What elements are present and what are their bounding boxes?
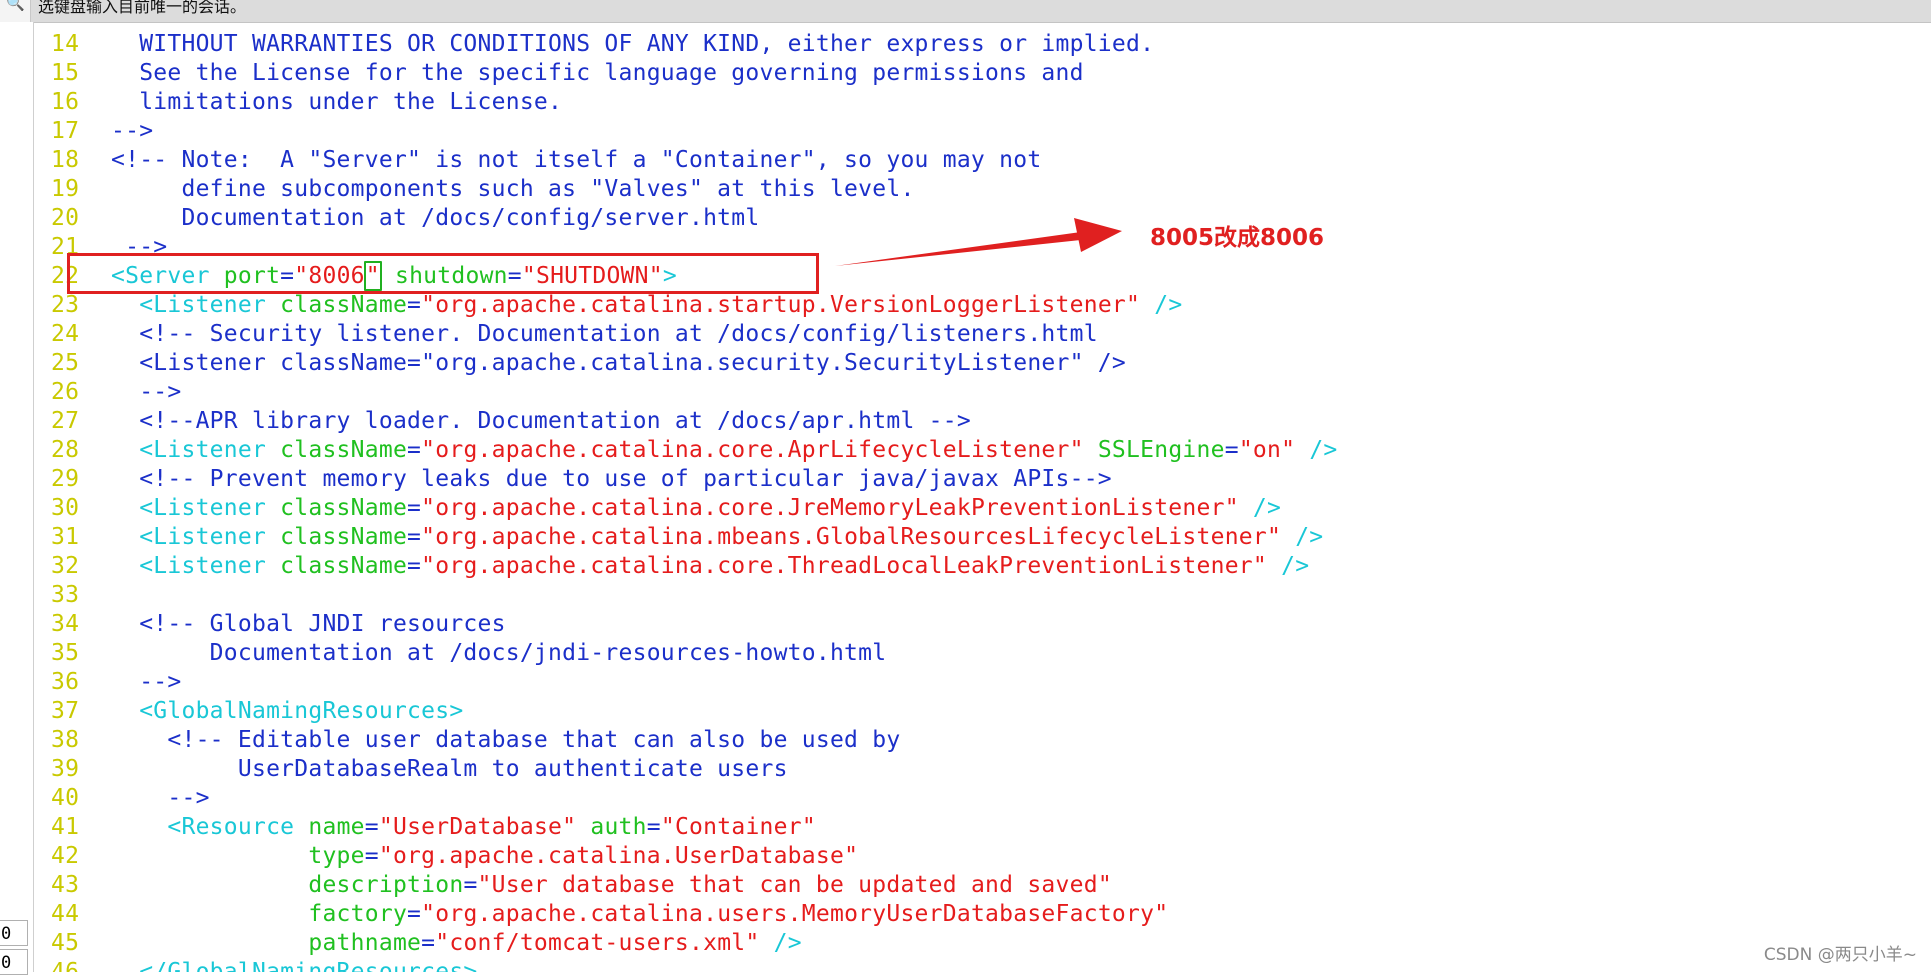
annotation-label: 8005改成8006: [1150, 225, 1325, 251]
annotation-arrow: [835, 218, 1122, 266]
watermark: CSDN @两只小羊~: [1763, 945, 1917, 965]
